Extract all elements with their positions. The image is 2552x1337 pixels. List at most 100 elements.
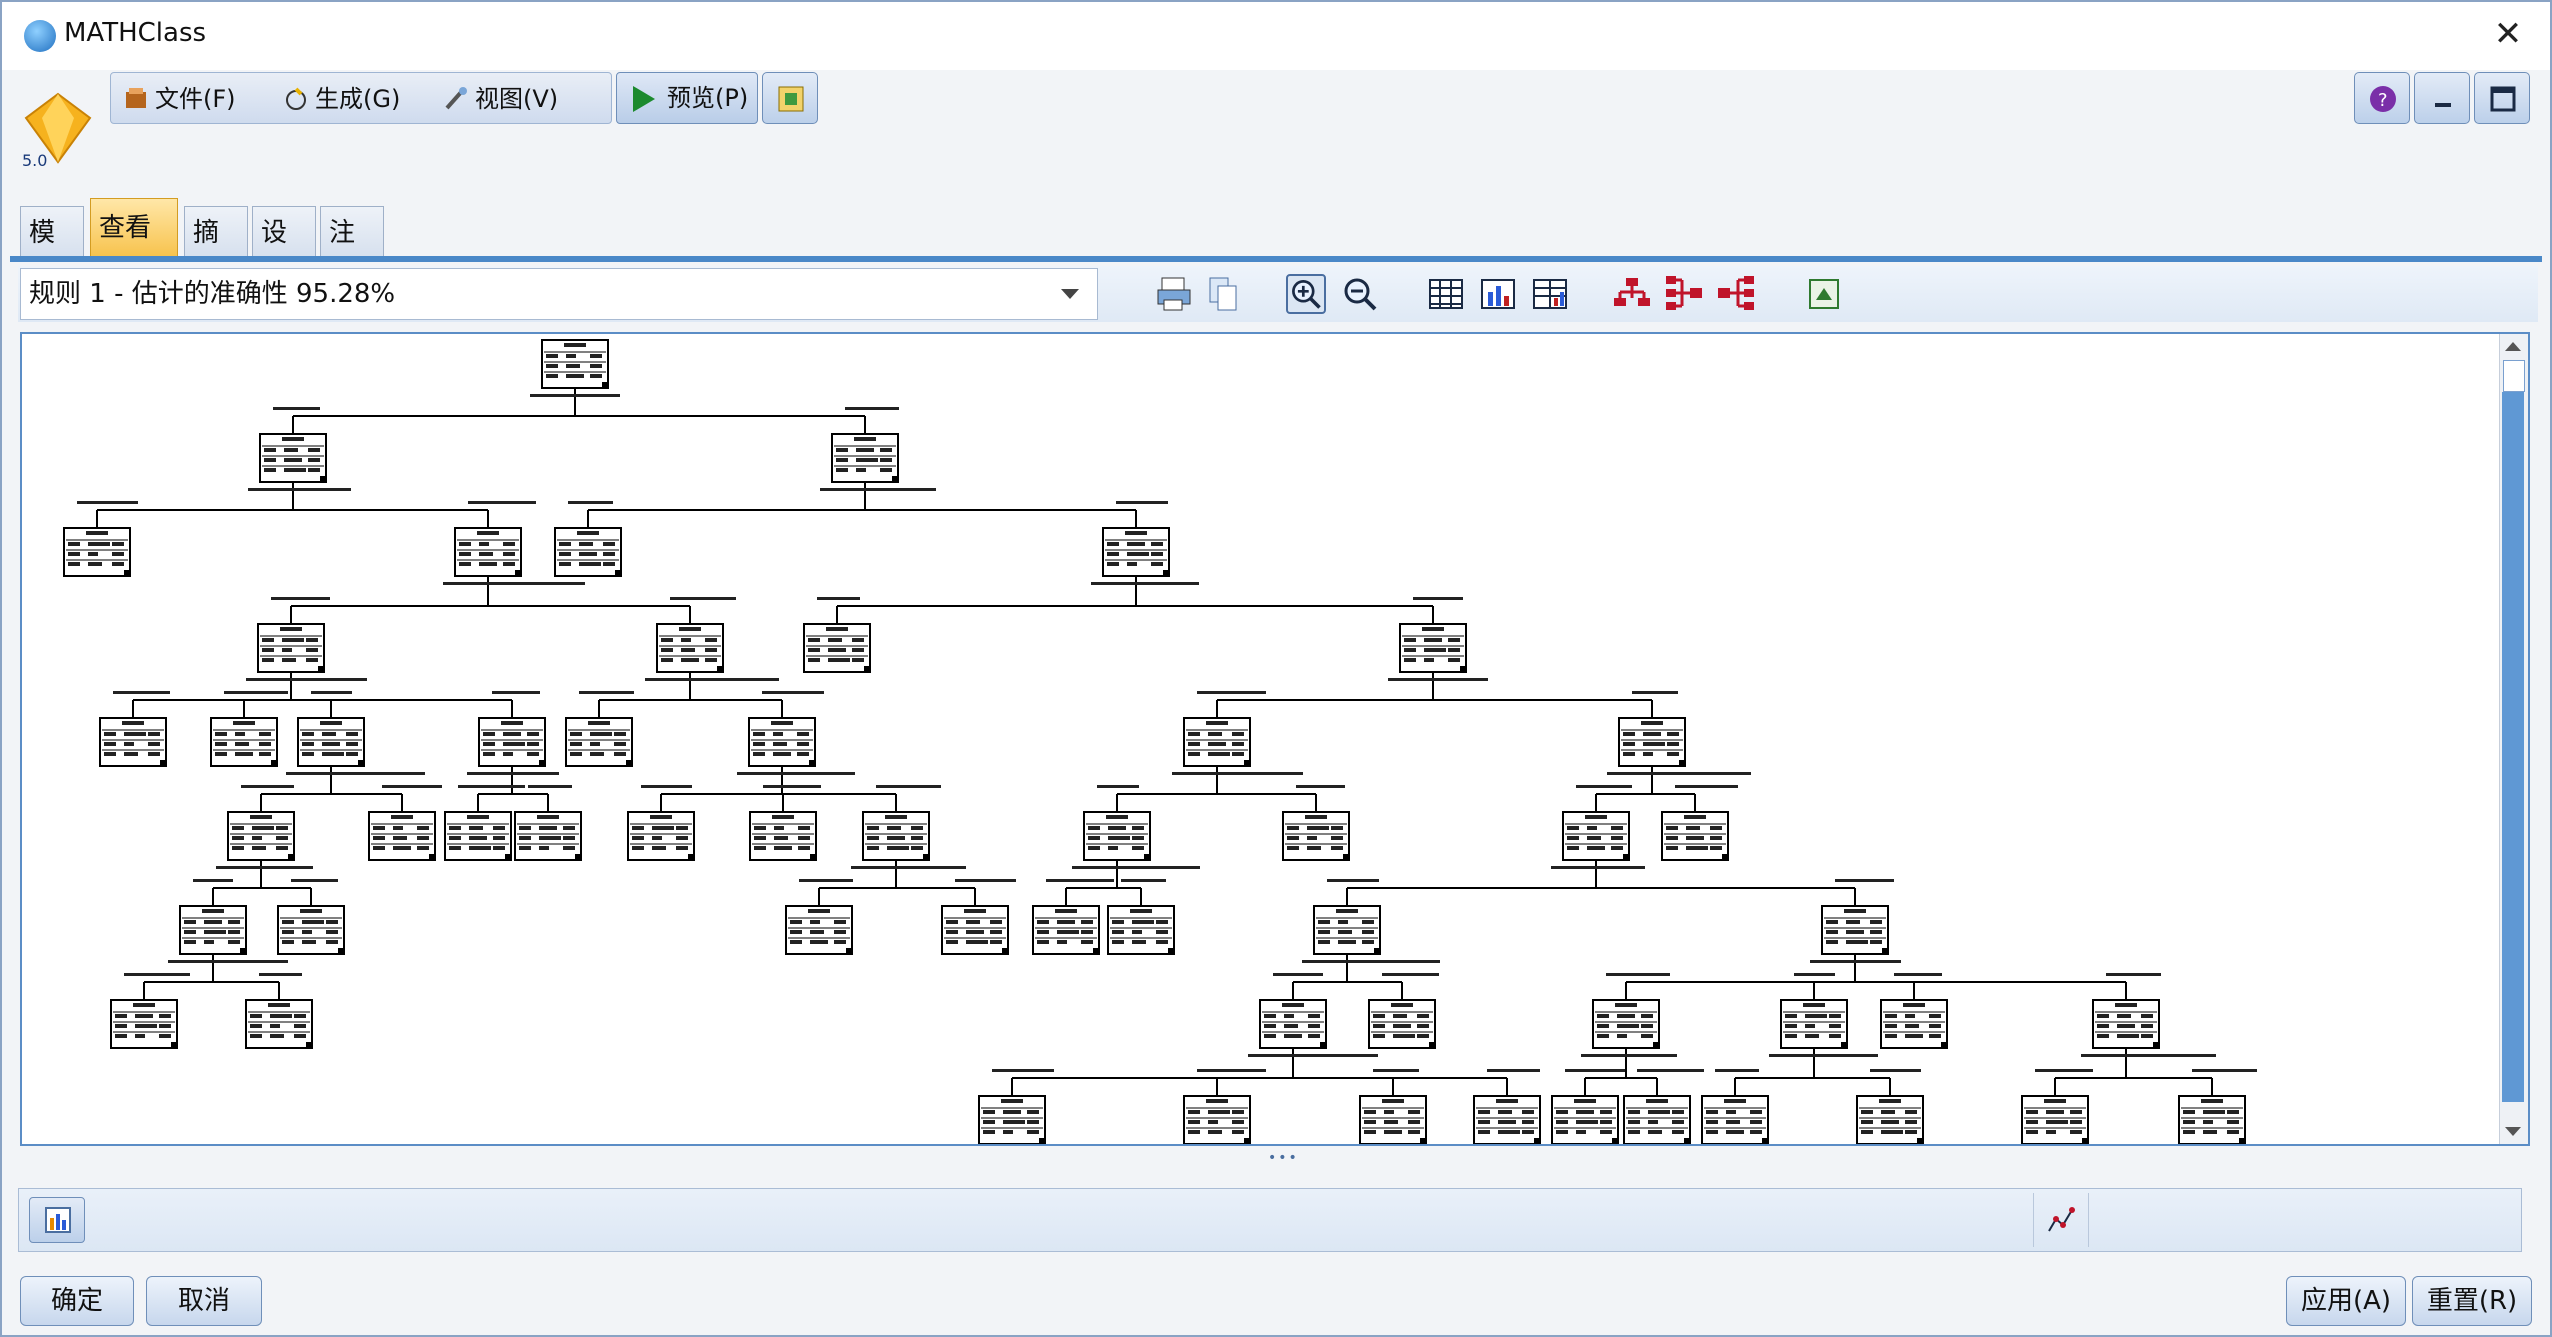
decision-tree[interactable]	[22, 334, 2502, 1144]
node-expand-marker[interactable]	[306, 1042, 311, 1047]
table-chart-icon[interactable]	[1530, 274, 1570, 314]
node-expand-marker[interactable]	[515, 570, 520, 575]
scroll-thumb[interactable]	[2503, 360, 2525, 392]
node-expand-marker[interactable]	[1374, 948, 1379, 953]
help-button[interactable]: ?	[2354, 72, 2410, 124]
chart-button[interactable]	[29, 1197, 85, 1243]
node-expand-marker[interactable]	[2153, 1042, 2158, 1047]
node-expand-marker[interactable]	[809, 760, 814, 765]
copy-icon[interactable]	[1204, 274, 1244, 314]
node-expand-marker[interactable]	[288, 854, 293, 859]
cancel-button[interactable]: 取消	[146, 1276, 262, 1326]
node-cell-mark	[652, 846, 666, 850]
node-expand-marker[interactable]	[864, 666, 869, 671]
zoom-in-icon[interactable]	[1286, 274, 1326, 314]
maximize-button[interactable]	[2474, 72, 2530, 124]
bar-chart-icon[interactable]	[1478, 274, 1518, 314]
node-expand-marker[interactable]	[575, 854, 580, 859]
scatter-plot-button[interactable]	[2033, 1193, 2089, 1247]
node-expand-marker[interactable]	[1002, 948, 1007, 953]
node-expand-marker[interactable]	[810, 854, 815, 859]
scroll-down-icon[interactable]	[2505, 1127, 2521, 1136]
scroll-up-icon[interactable]	[2505, 342, 2521, 351]
node-expand-marker[interactable]	[1917, 1138, 1922, 1143]
ok-button[interactable]: 确定	[20, 1276, 134, 1326]
reset-button[interactable]: 重置(R)	[2412, 1276, 2532, 1326]
node-expand-marker[interactable]	[1882, 948, 1887, 953]
split-condition-label	[1197, 1069, 1266, 1072]
tree-viewer[interactable]	[20, 332, 2530, 1146]
node-expand-marker[interactable]	[1841, 1042, 1846, 1047]
generate-node-button[interactable]	[762, 72, 818, 124]
node-expand-marker[interactable]	[124, 570, 129, 575]
node-expand-marker[interactable]	[1343, 854, 1348, 859]
node-expand-marker[interactable]	[615, 570, 620, 575]
node-expand-marker[interactable]	[1684, 1138, 1689, 1143]
tab-annotations[interactable]: 注解	[320, 206, 384, 300]
node-expand-marker[interactable]	[1168, 948, 1173, 953]
vertical-scrollbar[interactable]	[2499, 334, 2528, 1144]
print-icon[interactable]	[1154, 274, 1194, 314]
node-expand-marker[interactable]	[1244, 1138, 1249, 1143]
rule-select[interactable]: 规则 1 - 估计的准确性 95.28%	[20, 268, 1098, 320]
node-expand-marker[interactable]	[1039, 1138, 1044, 1143]
node-expand-marker[interactable]	[892, 476, 897, 481]
minimize-button[interactable]	[2414, 72, 2470, 124]
node-expand-marker[interactable]	[320, 476, 325, 481]
node-expand-marker[interactable]	[688, 854, 693, 859]
tree-left-right-icon[interactable]	[1664, 274, 1704, 314]
node-expand-marker[interactable]	[358, 760, 363, 765]
scroll-track[interactable]	[2502, 392, 2524, 1102]
close-button[interactable]: ✕	[2488, 14, 2528, 54]
node-expand-marker[interactable]	[2239, 1138, 2244, 1143]
view-menu[interactable]: 视图(V)	[443, 81, 558, 117]
node-expand-marker[interactable]	[1163, 570, 1168, 575]
tab-summary[interactable]: 摘要	[184, 206, 248, 300]
node-expand-marker[interactable]	[1429, 1042, 1434, 1047]
tree-top-down-icon[interactable]	[1612, 274, 1652, 314]
node-expand-marker[interactable]	[923, 854, 928, 859]
node-expand-marker[interactable]	[717, 666, 722, 671]
node-expand-marker[interactable]	[505, 854, 510, 859]
node-expand-marker[interactable]	[1762, 1138, 1767, 1143]
generate-menu[interactable]: 生成(G)	[283, 81, 400, 117]
node-expand-marker[interactable]	[539, 760, 544, 765]
node-expand-marker[interactable]	[240, 948, 245, 953]
node-expand-marker[interactable]	[338, 948, 343, 953]
tab-model[interactable]: 模型	[20, 206, 84, 300]
tree-right-left-icon[interactable]	[1716, 274, 1756, 314]
zoom-out-icon[interactable]	[1340, 274, 1380, 314]
preview-button[interactable]: 预览(P)	[616, 72, 758, 124]
node-expand-marker[interactable]	[1679, 760, 1684, 765]
node-expand-marker[interactable]	[171, 1042, 176, 1047]
node-expand-marker[interactable]	[1093, 948, 1098, 953]
node-expand-marker[interactable]	[1623, 854, 1628, 859]
node-expand-marker[interactable]	[1653, 1042, 1658, 1047]
node-expand-marker[interactable]	[1534, 1138, 1539, 1143]
node-expand-marker[interactable]	[2082, 1138, 2087, 1143]
node-expand-marker[interactable]	[602, 382, 607, 387]
node-expand-marker[interactable]	[1420, 1138, 1425, 1143]
node-expand-marker[interactable]	[160, 760, 165, 765]
node-expand-marker[interactable]	[1244, 760, 1249, 765]
export-icon[interactable]	[1804, 274, 1844, 314]
tab-viewer[interactable]: 查看器	[90, 198, 178, 301]
grip-icon[interactable]: •••	[1268, 1150, 1299, 1166]
node-expand-marker[interactable]	[1460, 666, 1465, 671]
tab-settings[interactable]: 设置	[252, 206, 316, 300]
node-expand-marker[interactable]	[1144, 854, 1149, 859]
node-expand-marker[interactable]	[429, 854, 434, 859]
node-expand-marker[interactable]	[1320, 1042, 1325, 1047]
node-expand-marker[interactable]	[1612, 1138, 1617, 1143]
node-expand-marker[interactable]	[318, 666, 323, 671]
node-expand-marker[interactable]	[846, 948, 851, 953]
splitter-handle[interactable]: •••	[20, 1148, 2530, 1166]
table-icon[interactable]	[1426, 274, 1466, 314]
node-expand-marker[interactable]	[626, 760, 631, 765]
node-cell-mark	[302, 742, 314, 746]
node-expand-marker[interactable]	[1722, 854, 1727, 859]
node-expand-marker[interactable]	[271, 760, 276, 765]
node-expand-marker[interactable]	[1941, 1042, 1946, 1047]
apply-button[interactable]: 应用(A)	[2286, 1276, 2406, 1326]
file-menu[interactable]: 文件(F)	[123, 81, 236, 117]
